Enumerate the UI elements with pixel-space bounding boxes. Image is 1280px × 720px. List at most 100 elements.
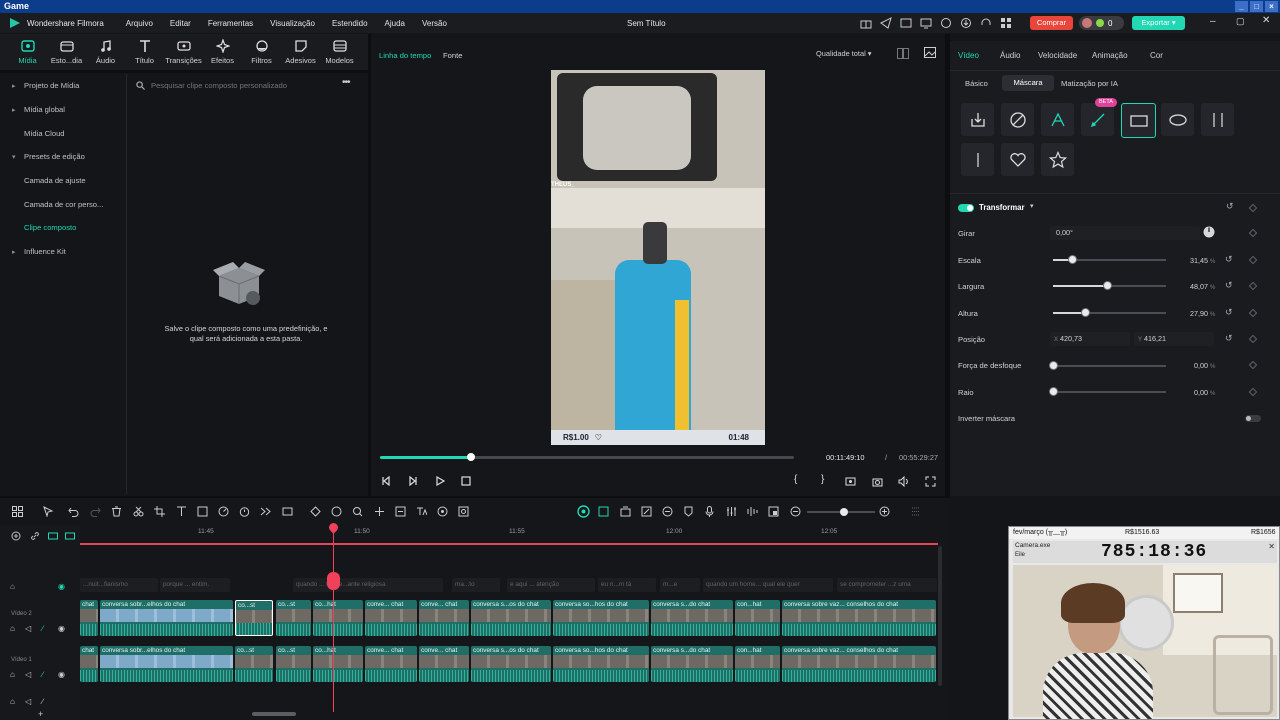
menu-versao[interactable]: Versão bbox=[422, 19, 447, 28]
account-badge[interactable]: 0 bbox=[1079, 16, 1124, 30]
audio-track-mute-icon[interactable]: ◁ bbox=[25, 697, 31, 706]
mask-tool-icon[interactable] bbox=[437, 506, 448, 517]
video1-clip[interactable]: conve... chat bbox=[365, 646, 417, 682]
radius-value[interactable]: 0,00 % bbox=[1194, 388, 1215, 397]
os-maximize-button[interactable]: □ bbox=[1250, 1, 1263, 12]
mask-ellipse[interactable] bbox=[1161, 103, 1194, 136]
tab-timeline[interactable]: Linha do tempo bbox=[379, 51, 431, 60]
tool-media[interactable]: Mídia bbox=[8, 34, 47, 65]
zoom-out-icon[interactable] bbox=[790, 506, 801, 517]
height-value[interactable]: 27,90 % bbox=[1190, 309, 1215, 318]
video2-clip[interactable]: conversa sobre vaz... conselhos do chat bbox=[782, 600, 936, 636]
play-icon[interactable] bbox=[435, 476, 445, 486]
audio-mixer-icon[interactable] bbox=[726, 506, 737, 517]
mask-double-line[interactable] bbox=[1201, 103, 1234, 136]
video2-track-icon[interactable]: ⌂ bbox=[10, 624, 15, 633]
subtitle-clip[interactable]: e aqui ... atenção bbox=[507, 578, 595, 592]
gift-icon[interactable] bbox=[860, 17, 872, 29]
quality-select[interactable]: Qualidade total ▾ bbox=[816, 49, 871, 58]
tab-animation[interactable]: Animação bbox=[1092, 51, 1128, 60]
subtitle-clip[interactable]: m...e bbox=[660, 578, 700, 592]
snapshot-view-icon[interactable] bbox=[924, 47, 936, 58]
radius-slider[interactable] bbox=[1048, 387, 1166, 396]
preview-progress-knob[interactable] bbox=[467, 453, 476, 461]
video1-clip[interactable]: con...hat bbox=[735, 646, 780, 682]
video2-clip-selected[interactable]: co...st bbox=[235, 600, 273, 636]
blur-slider[interactable] bbox=[1048, 361, 1166, 370]
timer-icon[interactable] bbox=[239, 506, 250, 517]
crop-icon[interactable] bbox=[154, 506, 165, 517]
delete-icon[interactable] bbox=[111, 506, 122, 517]
pip-icon[interactable] bbox=[768, 506, 779, 517]
mask-single-line[interactable] bbox=[961, 143, 994, 176]
timeline-scrollbar-thumb[interactable] bbox=[252, 712, 296, 716]
app-close-button[interactable]: ✕ bbox=[1262, 15, 1270, 26]
camera-close-icon[interactable]: ✕ bbox=[1268, 542, 1275, 551]
nav-presets-de-edicao[interactable]: ▾ Presets de edição bbox=[4, 145, 124, 169]
tool-stock-media[interactable]: Esto...dia bbox=[47, 34, 86, 65]
auto-highlight-icon[interactable] bbox=[577, 505, 590, 518]
video1-clip[interactable]: co...st bbox=[235, 646, 273, 682]
video1-clip[interactable]: conversa sobre vaz... conselhos do chat bbox=[782, 646, 936, 682]
scale-reset-icon[interactable]: ↺ bbox=[1225, 254, 1233, 265]
mask-rectangle[interactable] bbox=[1121, 103, 1156, 138]
video1-clip[interactable]: chat bbox=[80, 646, 98, 682]
play-step-icon[interactable] bbox=[408, 476, 418, 486]
nav-camada-de-cor[interactable]: Camada de cor perso... bbox=[4, 192, 124, 216]
position-x-input[interactable]: X 420,73 bbox=[1050, 332, 1130, 346]
invert-mask-toggle[interactable] bbox=[1245, 415, 1261, 422]
snapshot-icon[interactable] bbox=[872, 476, 883, 487]
subtab-basic[interactable]: Básico bbox=[965, 79, 988, 88]
rotate-dial-icon[interactable] bbox=[1202, 225, 1216, 239]
menu-arquivo[interactable]: Arquivo bbox=[126, 19, 153, 28]
tool-title[interactable]: Título bbox=[125, 34, 164, 65]
video2-clip[interactable]: chat bbox=[80, 600, 98, 636]
mask-import[interactable] bbox=[961, 103, 994, 136]
nav-camada-de-ajuste[interactable]: Camada de ajuste bbox=[4, 169, 124, 193]
blur-value[interactable]: 0,00 % bbox=[1194, 361, 1215, 370]
link-icon[interactable] bbox=[30, 531, 40, 541]
add-track-icon[interactable] bbox=[11, 531, 21, 541]
video2-mute-icon[interactable]: ◁ bbox=[25, 624, 31, 633]
app-maximize-button[interactable]: ▢ bbox=[1236, 16, 1245, 27]
tab-speed[interactable]: Velocidade bbox=[1038, 51, 1077, 60]
subtab-ai-matting[interactable]: Matização por IA bbox=[1061, 79, 1118, 88]
nav-midia-global[interactable]: ▸ Mídia global bbox=[4, 98, 124, 122]
video-canvas[interactable]: THEUS_ R$1.00 ♡ 01:48 bbox=[551, 70, 765, 445]
video1-clip[interactable]: conversa s...do chat bbox=[651, 646, 733, 682]
redo-icon[interactable] bbox=[90, 506, 101, 517]
send-icon[interactable] bbox=[880, 17, 892, 29]
height-slider[interactable] bbox=[1053, 308, 1166, 317]
video1-lock-icon[interactable]: ∕ bbox=[42, 670, 43, 679]
nav-projeto-de-midia[interactable]: ▸ Projeto de Mídia bbox=[4, 74, 124, 98]
subtitle-track-lock-icon[interactable]: ⌂ bbox=[10, 582, 15, 591]
width-slider[interactable] bbox=[1053, 281, 1166, 290]
layout-icon[interactable] bbox=[12, 506, 23, 517]
mark-out-icon[interactable]: } bbox=[821, 474, 824, 485]
buy-button[interactable]: Comprar bbox=[1030, 16, 1073, 30]
tab-audio[interactable]: Áudio bbox=[1000, 51, 1020, 60]
scale-slider[interactable] bbox=[1053, 255, 1166, 264]
download-icon[interactable] bbox=[960, 17, 972, 29]
tool-templates[interactable]: Modelos bbox=[320, 34, 359, 65]
stop-icon[interactable] bbox=[461, 476, 471, 486]
menu-editar[interactable]: Editar bbox=[170, 19, 191, 28]
video2-clip[interactable]: conversa sobr...elhos do chat bbox=[100, 600, 233, 636]
text-tool-icon[interactable] bbox=[176, 506, 187, 517]
timeline-settings-icon[interactable] bbox=[910, 506, 921, 517]
storyboard-icon[interactable] bbox=[620, 506, 631, 517]
video2-lock-icon[interactable]: ∕ bbox=[42, 624, 43, 633]
transition-tool-icon[interactable] bbox=[260, 506, 271, 517]
zoom-slider[interactable] bbox=[807, 508, 875, 516]
playhead-line[interactable] bbox=[333, 526, 334, 712]
subtitle-clip[interactable]: se comprometer ...z uma bbox=[837, 578, 937, 592]
video2-visibility-icon[interactable]: ◉ bbox=[58, 624, 65, 633]
tab-color[interactable]: Cor bbox=[1150, 51, 1163, 60]
video2-clip[interactable]: con...hat bbox=[735, 600, 780, 636]
undo-icon[interactable] bbox=[68, 506, 79, 517]
rotate-input[interactable]: 0,00° bbox=[1050, 226, 1200, 240]
zoom-in-icon[interactable] bbox=[879, 506, 890, 517]
search-input[interactable] bbox=[151, 80, 336, 90]
tool-audio[interactable]: Áudio bbox=[86, 34, 125, 65]
snapshot-tool-icon[interactable] bbox=[352, 506, 363, 517]
